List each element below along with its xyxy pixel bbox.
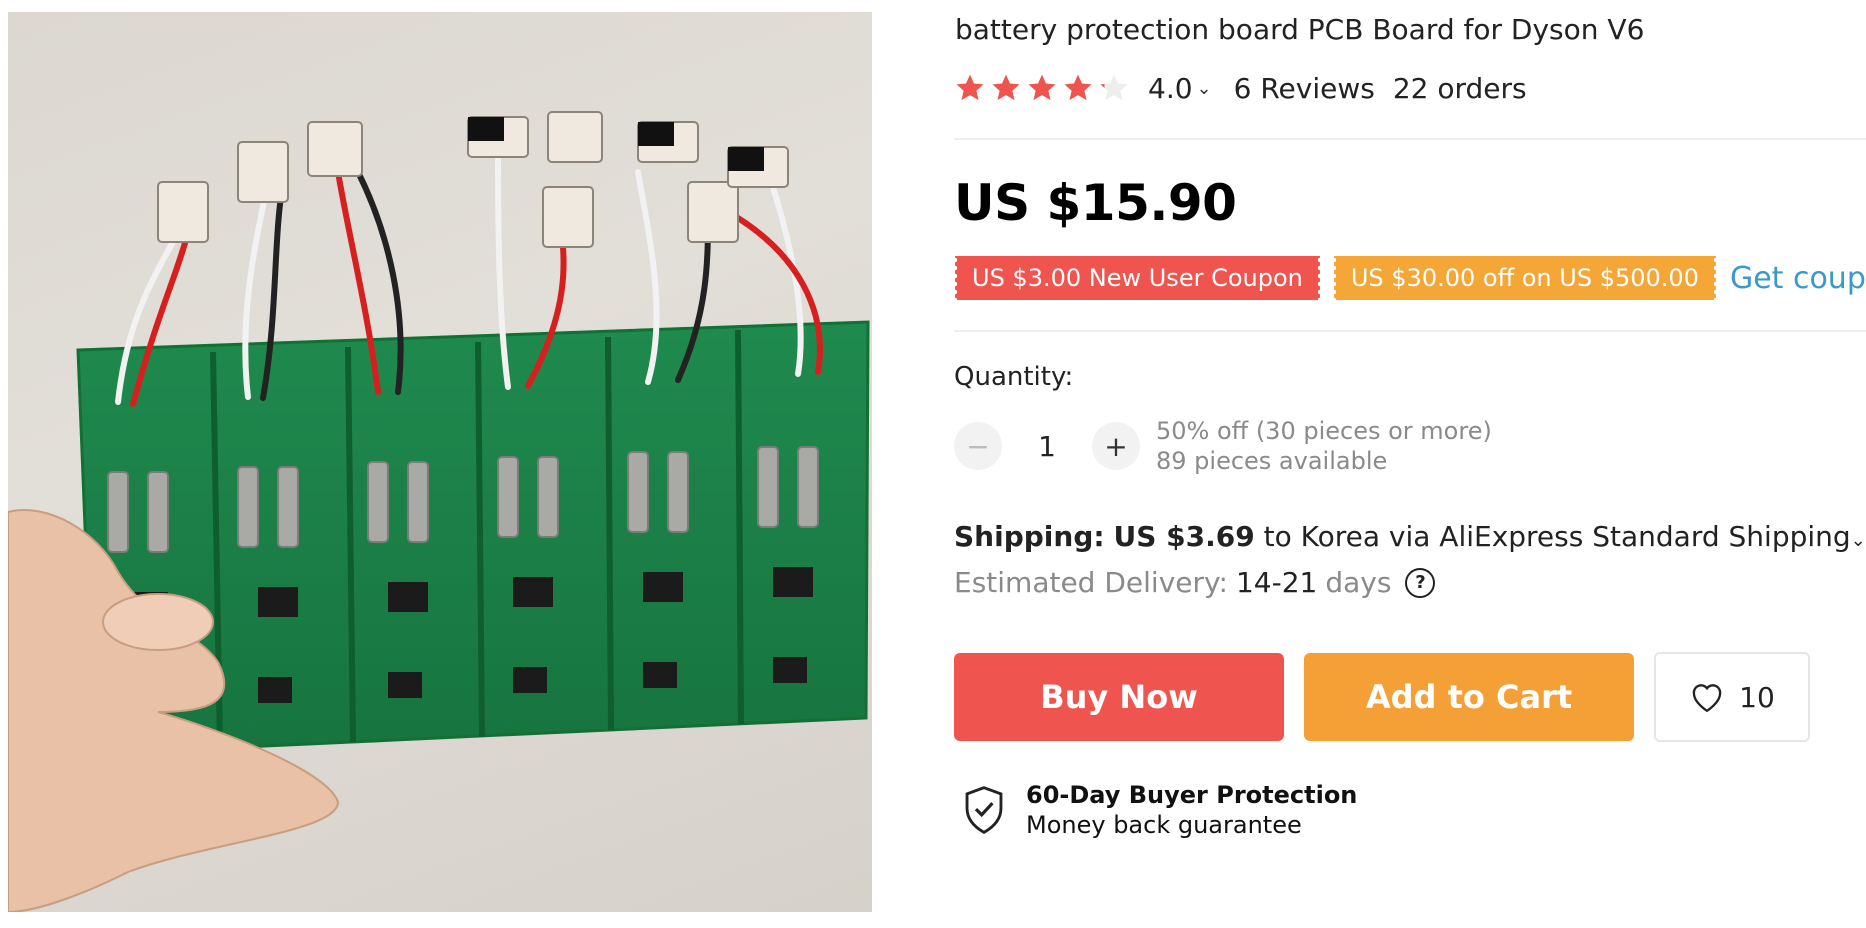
help-icon[interactable]: ? — [1405, 567, 1436, 598]
minus-icon[interactable]: − — [954, 422, 1002, 470]
protection-subtitle: Money back guarantee — [1026, 811, 1302, 839]
reviews-link[interactable]: 6 Reviews — [1234, 72, 1375, 105]
product-image[interactable] — [8, 12, 872, 912]
coupon-row: US $3.00 New User Coupon US $30.00 off o… — [953, 256, 1866, 300]
rating-row: 4.0 ⌄ 6 Reviews 22 orders — [954, 66, 1527, 110]
buy-now-button[interactable]: Buy Now — [954, 653, 1284, 741]
star-filled-icon — [956, 74, 984, 101]
bulk-discount-text: 50% off (30 pieces or more) — [1156, 417, 1492, 445]
delivery-days-word: days — [1325, 566, 1392, 599]
chevron-down-icon[interactable]: ⌄ — [1851, 530, 1866, 551]
star-filled-icon — [1028, 74, 1056, 101]
star-filled-icon — [1064, 74, 1092, 101]
wishlist-count: 10 — [1739, 680, 1775, 714]
plus-icon[interactable]: + — [1092, 422, 1140, 470]
coupon-new-user[interactable]: US $3.00 New User Coupon — [953, 256, 1322, 300]
shipping-method-dropdown[interactable]: to Korea via AliExpress Standard Shippin… — [1264, 520, 1851, 553]
coupon-store[interactable]: US $30.00 off on US $500.00 — [1331, 256, 1719, 300]
protection-title: 60-Day Buyer Protection — [1026, 781, 1358, 809]
delivery-label: Estimated Delivery: — [954, 566, 1228, 599]
star-rating[interactable] — [954, 72, 1134, 104]
shipping-info: Shipping: US $3.69 to Korea via AliExpre… — [954, 520, 1866, 553]
price: US $15.90 — [954, 174, 1237, 232]
action-buttons: Buy Now Add to Cart 10 — [954, 652, 1810, 742]
star-filled-icon — [992, 74, 1020, 101]
product-title: battery protection board PCB Board for D… — [955, 13, 1645, 46]
quantity-stepper: − 1 + 50% off (30 pieces or more) 89 pie… — [954, 417, 1492, 475]
quantity-info: 50% off (30 pieces or more) 89 pieces av… — [1156, 416, 1492, 476]
divider — [954, 330, 1866, 332]
shipping-label: Shipping: — [954, 520, 1105, 553]
buyer-protection: 60-Day Buyer Protection Money back guara… — [962, 780, 1357, 840]
estimated-delivery: Estimated Delivery: 14-21 days ? — [954, 566, 1436, 599]
chevron-down-icon[interactable]: ⌄ — [1197, 78, 1212, 99]
wishlist-button[interactable]: 10 — [1654, 652, 1810, 742]
available-pieces-text: 89 pieces available — [1156, 447, 1388, 475]
shipping-price: US $3.69 — [1113, 520, 1255, 553]
quantity-label: Quantity: — [954, 362, 1074, 392]
star-partial-icon — [1100, 74, 1128, 101]
get-coupons-link[interactable]: Get coupons — [1730, 261, 1866, 296]
delivery-days: 14-21 — [1235, 566, 1318, 599]
product-photo — [8, 111, 870, 912]
quantity-input[interactable]: 1 — [1002, 430, 1092, 463]
orders-count: 22 orders — [1392, 71, 1527, 105]
rating-value[interactable]: 4.0 — [1148, 72, 1193, 105]
add-to-cart-button[interactable]: Add to Cart — [1304, 653, 1634, 741]
divider — [954, 138, 1866, 140]
shield-check-icon — [965, 786, 1003, 834]
heart-icon — [1692, 684, 1722, 713]
